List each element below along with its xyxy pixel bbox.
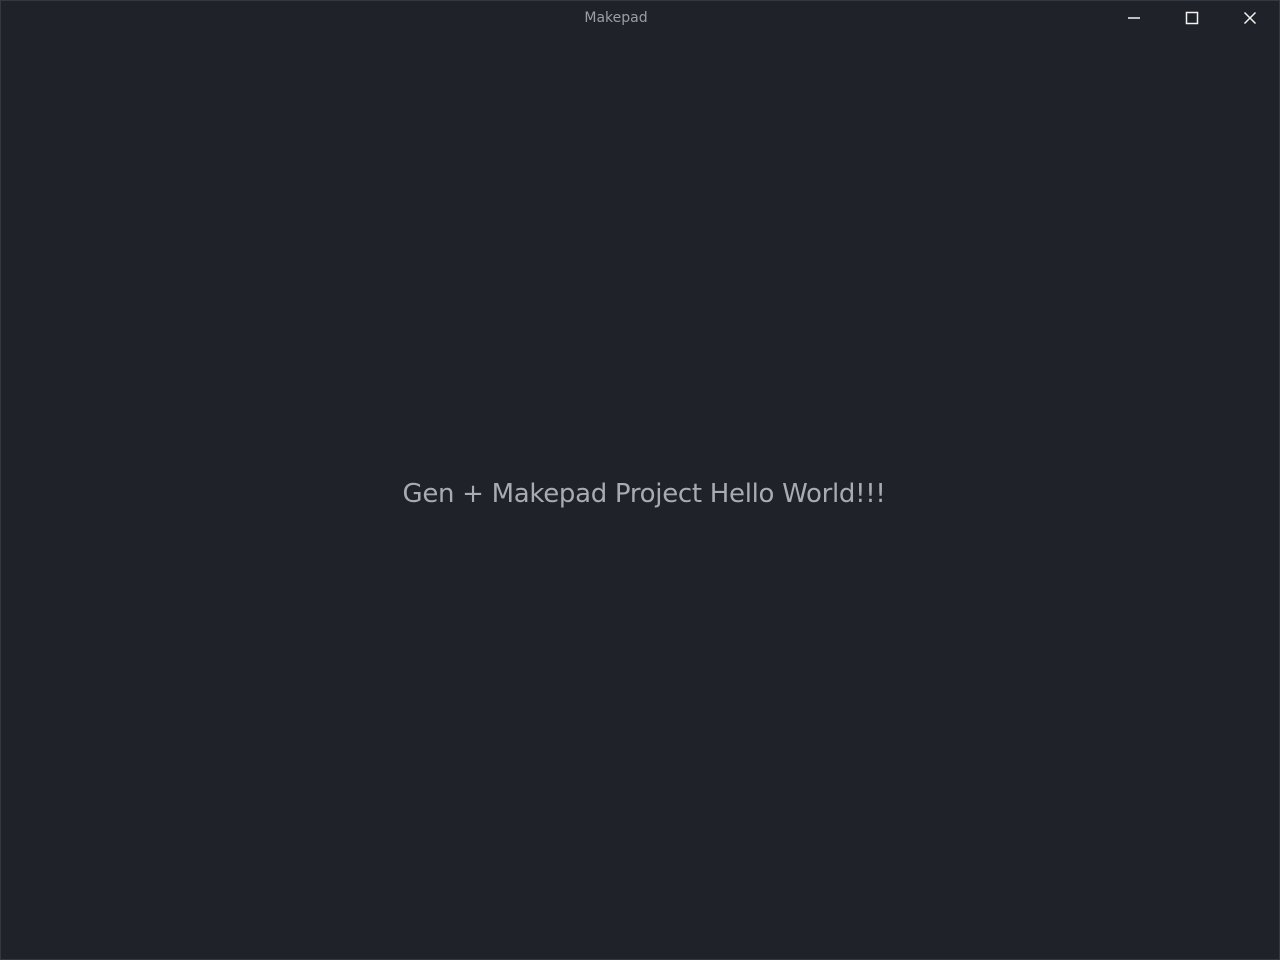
close-button[interactable]	[1221, 1, 1279, 35]
minimize-button[interactable]	[1105, 1, 1163, 35]
maximize-icon	[1185, 11, 1199, 25]
minimize-icon	[1128, 17, 1140, 19]
main-content: Gen + Makepad Project Hello World!!!	[1, 35, 1279, 959]
app-window: Makepad Gen + Makepad Project Hello Worl…	[0, 0, 1280, 960]
maximize-button[interactable]	[1163, 1, 1221, 35]
hello-world-label: Gen + Makepad Project Hello World!!!	[402, 479, 886, 509]
window-controls	[1105, 1, 1279, 35]
close-icon	[1243, 11, 1257, 25]
title-bar[interactable]: Makepad	[1, 1, 1279, 35]
window-title: Makepad	[584, 10, 648, 26]
